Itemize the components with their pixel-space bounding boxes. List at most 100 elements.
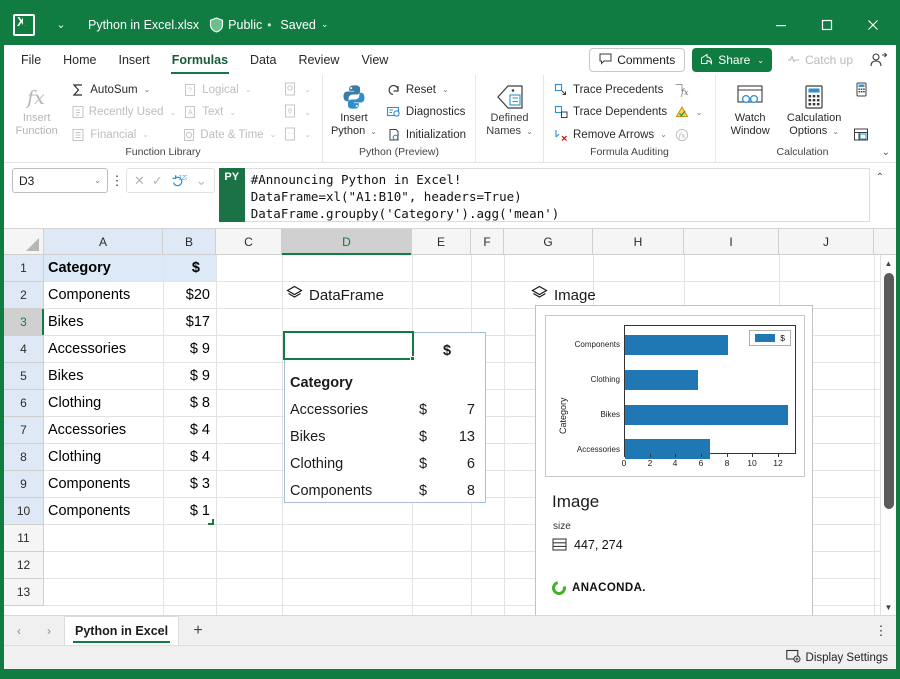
save-state-chevron-icon[interactable]: ⌄ xyxy=(321,19,329,30)
scroll-down-icon[interactable]: ▼ xyxy=(881,599,896,615)
row-header-5[interactable]: 5 xyxy=(4,363,44,390)
column-header-g[interactable]: G xyxy=(504,229,593,254)
remove-arrows-button[interactable]: Remove Arrows ⌄ xyxy=(550,124,671,145)
lookup-chevron-icon[interactable]: ⌄ xyxy=(304,85,311,94)
sheet-next-button[interactable]: › xyxy=(34,616,64,645)
image-card[interactable]: Category Components Clothing Bikes Acces… xyxy=(535,305,813,615)
maximize-button[interactable] xyxy=(804,4,850,45)
column-header-i[interactable]: I xyxy=(684,229,779,254)
column-header-b[interactable]: B xyxy=(163,229,216,254)
scrollbar-thumb[interactable] xyxy=(884,273,894,509)
math-trig-button[interactable]: θ ⌄ xyxy=(279,102,316,123)
cell-a6[interactable]: Clothing xyxy=(44,390,163,416)
financial-button[interactable]: Financial ⌄ xyxy=(67,124,179,145)
tab-home[interactable]: Home xyxy=(52,47,107,73)
row-header-11[interactable]: 11 xyxy=(4,525,44,552)
expand-formula-bar-button[interactable]: ⌃ xyxy=(870,168,890,222)
active-cell-fill-handle[interactable] xyxy=(410,356,415,361)
cell-b2[interactable]: $20 xyxy=(163,282,216,308)
tab-formulas[interactable]: Formulas xyxy=(161,47,239,73)
sheet-prev-button[interactable]: ‹ xyxy=(4,616,34,645)
minimize-button[interactable] xyxy=(758,4,804,45)
more-functions-chevron-icon[interactable]: ⌄ xyxy=(304,130,311,139)
close-button[interactable] xyxy=(850,4,896,45)
error-checking-chevron-icon[interactable]: ⌄ xyxy=(696,108,703,117)
row-header-10[interactable]: 10 xyxy=(4,498,44,525)
cell-a1[interactable]: Category xyxy=(44,255,163,281)
autosum-button[interactable]: AutoSum ⌄ xyxy=(67,79,179,100)
cell-b9[interactable]: $ 3 xyxy=(163,471,216,497)
math-chevron-icon[interactable]: ⌄ xyxy=(304,108,311,117)
row-header-12[interactable]: 12 xyxy=(4,552,44,579)
column-header-a[interactable]: A xyxy=(44,229,163,254)
cell-b3[interactable]: $17 xyxy=(163,309,216,335)
column-header-d[interactable]: D xyxy=(282,229,412,254)
sheet-more-options-icon[interactable]: ⋮ xyxy=(866,616,896,645)
display-settings-button[interactable]: Display Settings xyxy=(786,649,888,666)
tab-insert[interactable]: Insert xyxy=(108,47,161,73)
python-output-type-icon[interactable]: 123 xyxy=(170,173,187,188)
recently-used-chevron-icon[interactable]: ⌄ xyxy=(170,108,177,117)
vertical-scrollbar[interactable]: ▲ ▼ xyxy=(880,255,896,615)
column-header-c[interactable]: C xyxy=(216,229,282,254)
name-box-chevron-icon[interactable]: ⌄ xyxy=(94,176,101,185)
select-all-corner[interactable] xyxy=(4,229,44,254)
row-header-8[interactable]: 8 xyxy=(4,444,44,471)
add-sheet-button[interactable]: + xyxy=(179,616,217,645)
cell-a8[interactable]: Clothing xyxy=(44,444,163,470)
reset-chevron-icon[interactable]: ⌄ xyxy=(442,85,449,94)
tab-view[interactable]: View xyxy=(350,47,399,73)
recently-used-button[interactable]: Recently Used ⌄ xyxy=(67,102,179,123)
active-cell-d3[interactable] xyxy=(283,331,414,360)
cell-b4[interactable]: $ 9 xyxy=(163,336,216,362)
cell-a5[interactable]: Bikes xyxy=(44,363,163,389)
cell-a4[interactable]: Accessories xyxy=(44,336,163,362)
text-chevron-icon[interactable]: ⌄ xyxy=(229,108,236,117)
insert-function-button[interactable]: fx Insert Function xyxy=(10,79,63,138)
column-header-j[interactable]: J xyxy=(779,229,874,254)
formula-bar-menu-icon[interactable]: ⋮ xyxy=(108,168,126,193)
calculation-options-button[interactable]: Calculation Options ⌄ xyxy=(778,79,850,138)
quick-access-chevron-icon[interactable]: ⌄ xyxy=(44,18,78,31)
autosum-chevron-icon[interactable]: ⌄ xyxy=(144,85,151,94)
column-header-e[interactable]: E xyxy=(412,229,471,254)
lookup-reference-button[interactable]: ⌄ xyxy=(279,79,316,100)
file-name[interactable]: Python in Excel.xlsx xyxy=(88,18,199,32)
tab-file[interactable]: File xyxy=(10,47,52,73)
insert-python-button[interactable]: Insert Python ⌄ xyxy=(329,79,379,138)
row-header-4[interactable]: 4 xyxy=(4,336,44,363)
error-checking-button[interactable]: ⌄ xyxy=(671,102,709,123)
share-button[interactable]: Share ⌄ xyxy=(692,48,772,72)
watch-window-button[interactable]: Watch Window xyxy=(722,79,778,138)
comments-button[interactable]: Comments xyxy=(589,48,685,72)
row-header-2[interactable]: 2 xyxy=(4,282,44,309)
row-header-9[interactable]: 9 xyxy=(4,471,44,498)
share-person-icon[interactable] xyxy=(868,49,890,71)
defined-names-button[interactable]: Defined Names ⌄ xyxy=(482,79,537,138)
date-time-button[interactable]: Date & Time ⌄ xyxy=(179,124,279,145)
cell-b5[interactable]: $ 9 xyxy=(163,363,216,389)
formula-bar-chevron-icon[interactable]: ⌄ xyxy=(196,173,207,189)
scroll-up-icon[interactable]: ▲ xyxy=(881,255,896,271)
sheet-tab-python-in-excel[interactable]: Python in Excel xyxy=(64,616,179,645)
cancel-icon[interactable]: ✕ xyxy=(134,173,145,189)
row-header-3[interactable]: 3 xyxy=(4,309,44,336)
cell-b6[interactable]: $ 8 xyxy=(163,390,216,416)
remove-arrows-chevron-icon[interactable]: ⌄ xyxy=(660,130,667,139)
row-header-1[interactable]: 1 xyxy=(4,255,44,282)
financial-chevron-icon[interactable]: ⌄ xyxy=(142,130,149,139)
formula-input[interactable]: #Announcing Python in Excel! DataFrame=x… xyxy=(245,168,870,222)
row-header-6[interactable]: 6 xyxy=(4,390,44,417)
text-button[interactable]: A Text ⌄ xyxy=(179,102,279,123)
tab-review[interactable]: Review xyxy=(287,47,350,73)
cell-b1[interactable]: $ xyxy=(163,255,216,281)
name-box[interactable]: D3 ⌄ xyxy=(12,168,108,193)
collapse-ribbon-button[interactable]: ⌄ xyxy=(882,147,890,158)
initialization-button[interactable]: Initialization xyxy=(383,124,469,145)
evaluate-formula-button[interactable]: fx xyxy=(671,124,709,145)
cell-b7[interactable]: $ 4 xyxy=(163,417,216,443)
show-formulas-button[interactable]: fx xyxy=(671,79,709,100)
row-header-7[interactable]: 7 xyxy=(4,417,44,444)
range-fill-handle[interactable] xyxy=(208,519,214,525)
tab-data[interactable]: Data xyxy=(239,47,287,73)
